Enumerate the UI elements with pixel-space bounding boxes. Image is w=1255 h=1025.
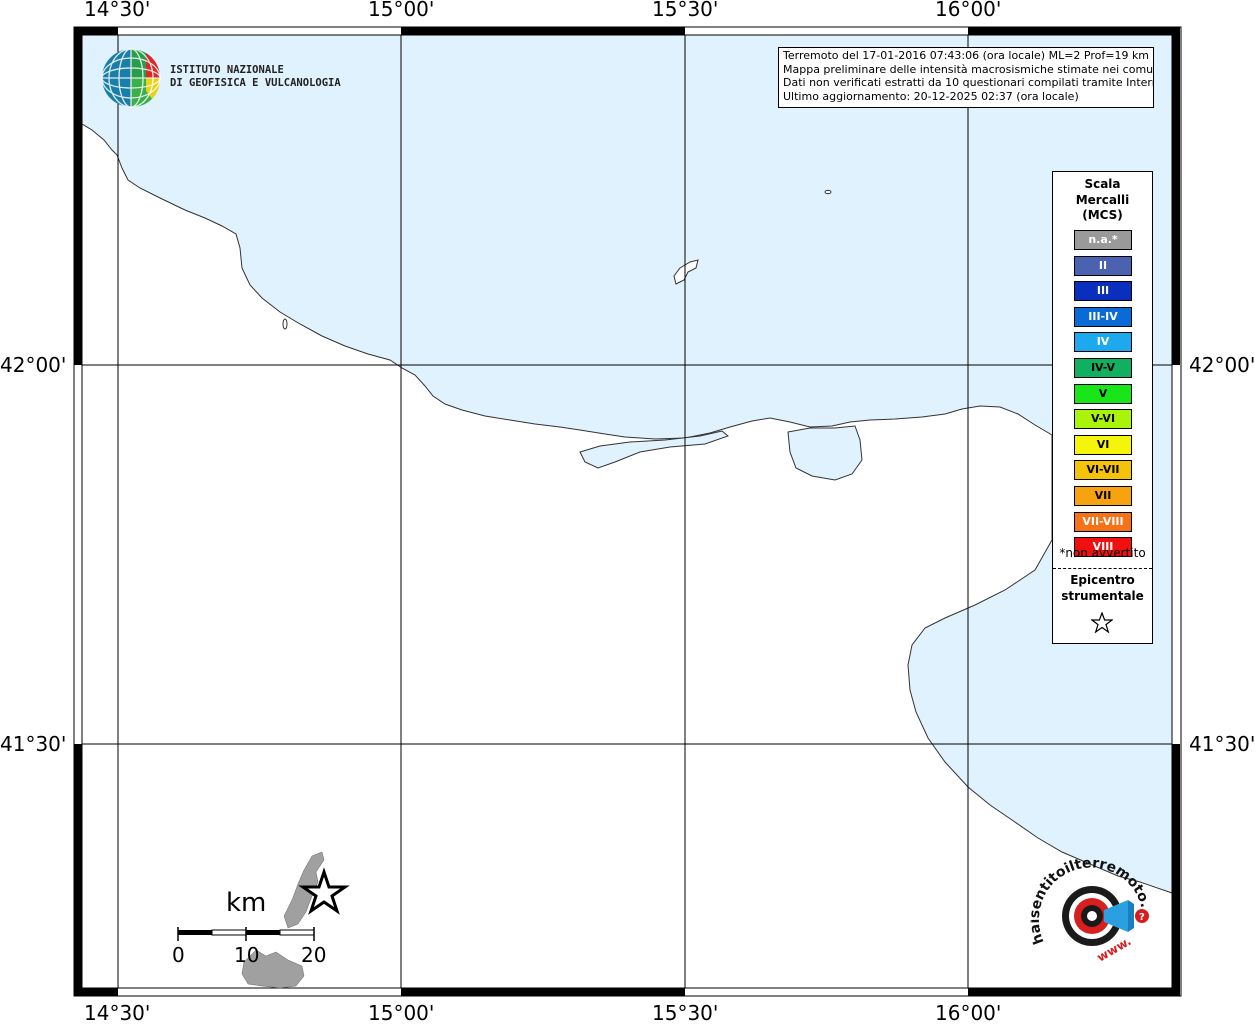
legend-item-10: VII bbox=[1074, 485, 1132, 506]
lon-tick-top-4: 16°00' bbox=[935, 0, 1002, 21]
legend-epicenter-line1: Epicentro bbox=[1070, 573, 1135, 587]
lat-tick-left-1: 42°00' bbox=[0, 353, 67, 377]
legend-note: *non avvertito bbox=[1059, 546, 1146, 560]
event-info-line2: Mappa preliminare delle intensità macros… bbox=[783, 62, 1154, 76]
legend-item-7: V-VI bbox=[1074, 409, 1132, 430]
scale-label-20: 20 bbox=[301, 943, 327, 967]
legend-item-5: IV-V bbox=[1074, 357, 1132, 378]
lat-tick-right-1: 42°00' bbox=[1189, 353, 1255, 377]
legend-title-line2: Mercalli bbox=[1075, 192, 1130, 207]
scale-bar-graphic bbox=[177, 927, 315, 941]
legend-epicenter-line2: strumentale bbox=[1061, 589, 1144, 603]
lon-tick-bottom-4: 16°00' bbox=[935, 1001, 1002, 1025]
legend-item-4: IV bbox=[1074, 332, 1132, 353]
scale-label-10: 10 bbox=[234, 943, 260, 967]
scale-label-0: 0 bbox=[172, 943, 185, 967]
legend-epicenter-label: Epicentro strumentale bbox=[1053, 572, 1152, 604]
lon-tick-top-2: 15°00' bbox=[368, 0, 435, 21]
legend-item-8: VI bbox=[1074, 434, 1132, 455]
ingv-logo: ISTITUTO NAZIONALE DI GEOFISICA E VULCAN… bbox=[100, 47, 360, 111]
event-info-line1: Terremoto del 17-01-2016 07:43:06 (ora l… bbox=[783, 49, 1150, 62]
scale-unit: km bbox=[226, 888, 267, 918]
lat-tick-left-2: 41°30' bbox=[0, 732, 67, 756]
lon-tick-bottom-1: 14°30' bbox=[84, 1001, 151, 1025]
haisentito-logo[interactable]: haisentitoilterremoto.it ? www. bbox=[1027, 846, 1160, 978]
legend-item-1: II bbox=[1074, 255, 1132, 276]
legend-item-9: VI-VII bbox=[1074, 460, 1132, 481]
event-info-line3: Dati non verificati estratti da 10 quest… bbox=[783, 76, 1154, 89]
island-small bbox=[282, 318, 288, 330]
legend-item-6: V bbox=[1074, 383, 1132, 404]
scale-bar: km 0 10 20 bbox=[170, 885, 370, 995]
ingv-name-line2: DI GEOFISICA E VULCANOLOGIA bbox=[170, 77, 341, 89]
legend-item-0: n.a.* bbox=[1074, 230, 1132, 250]
target-icon: haisentitoilterremoto.it ? www. bbox=[1027, 846, 1154, 965]
legend-intensity-list: n.a.* II III III-IV IV IV-V V V-VI VI VI-VII VII VI… bbox=[1074, 230, 1132, 563]
lon-tick-top-1: 14°30' bbox=[84, 0, 151, 21]
island-pianosa bbox=[824, 189, 832, 195]
legend-divider bbox=[1053, 568, 1152, 569]
mcs-legend: Scala Mercalli (MCS) n.a.* II III III-IV IV I… bbox=[1052, 171, 1153, 644]
ingv-name-line1: ISTITUTO NAZIONALE bbox=[170, 64, 284, 76]
lon-tick-top-3: 15°30' bbox=[652, 0, 719, 21]
globe-icon bbox=[101, 48, 161, 108]
legend-item-11: VII-VIII bbox=[1074, 511, 1132, 532]
legend-title-line1: Scala bbox=[1084, 177, 1121, 191]
star-icon bbox=[1091, 612, 1113, 634]
legend-item-3: III-IV bbox=[1074, 306, 1132, 327]
event-info-box: Terremoto del 17-01-2016 07:43:06 (ora l… bbox=[778, 47, 1154, 108]
ingv-name: ISTITUTO NAZIONALE DI GEOFISICA E VULCAN… bbox=[170, 64, 341, 90]
legend-title-line3: (MCS) bbox=[1082, 208, 1123, 222]
lon-tick-bottom-3: 15°30' bbox=[652, 1001, 719, 1025]
legend-item-2: III bbox=[1074, 281, 1132, 302]
event-info-line4: Ultimo aggiornamento: 20-12-2025 02:37 (… bbox=[783, 89, 1079, 103]
lon-tick-bottom-2: 15°00' bbox=[368, 1001, 435, 1025]
legend-title: Scala Mercalli (MCS) bbox=[1053, 177, 1152, 224]
lat-tick-right-2: 41°30' bbox=[1189, 732, 1255, 756]
svg-text:?: ? bbox=[1139, 912, 1145, 923]
